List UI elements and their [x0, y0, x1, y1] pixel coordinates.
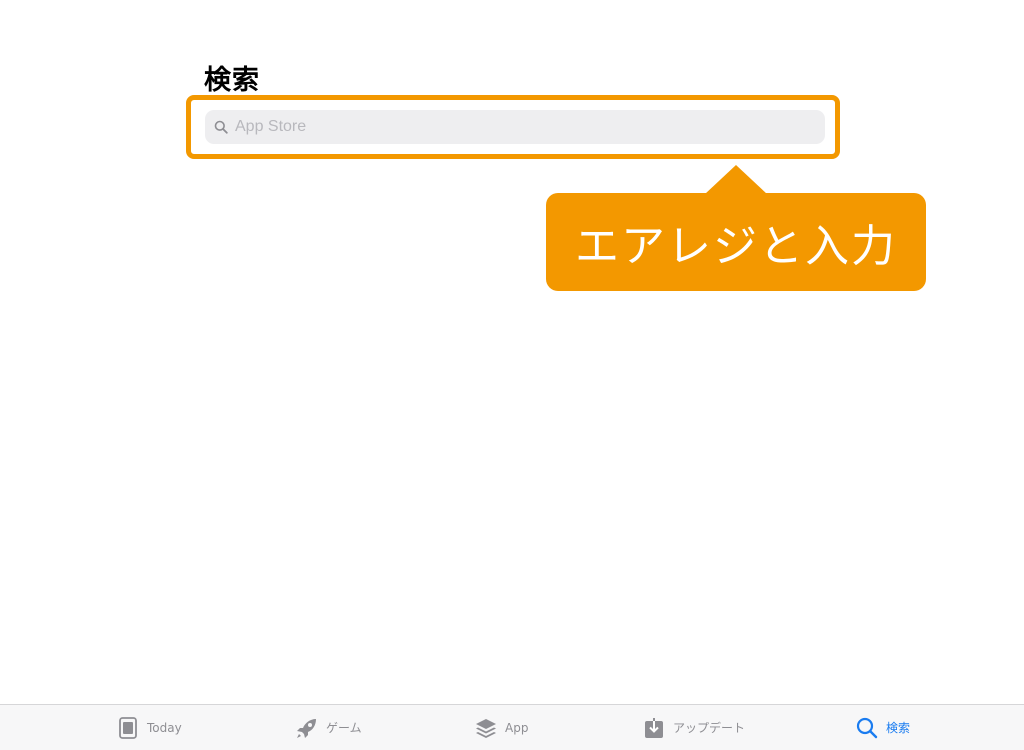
- page-title: 検索: [204, 65, 260, 96]
- tab-label: Today: [147, 720, 182, 735]
- tab-updates[interactable]: アップデート: [643, 705, 745, 750]
- app-store-search-screen: 検索 エアレジと入力 Today: [0, 0, 1024, 750]
- download-icon: [643, 717, 665, 739]
- today-icon: [117, 716, 139, 739]
- tab-label: アップデート: [673, 721, 746, 735]
- tab-label: ゲーム: [326, 721, 362, 735]
- callout-arrow: [705, 165, 767, 194]
- tab-label: 検索: [886, 721, 911, 735]
- search-icon: [213, 119, 229, 135]
- tab-label: App: [505, 720, 529, 735]
- callout-text: エアレジと入力: [575, 221, 897, 272]
- rocket-icon: [296, 717, 318, 739]
- apps-stack-icon: [475, 717, 497, 739]
- instruction-callout: エアレジと入力: [546, 193, 926, 291]
- tab-bar: Today ゲーム App アップデート 検索: [0, 704, 1024, 750]
- search-field-highlight: [186, 95, 840, 159]
- search-input[interactable]: [235, 118, 795, 136]
- search-icon: [856, 717, 878, 739]
- tab-today[interactable]: Today: [117, 705, 182, 750]
- tab-games[interactable]: ゲーム: [296, 705, 362, 750]
- search-field[interactable]: [205, 110, 825, 144]
- tab-search[interactable]: 検索: [856, 705, 910, 750]
- tab-apps[interactable]: App: [475, 705, 528, 750]
